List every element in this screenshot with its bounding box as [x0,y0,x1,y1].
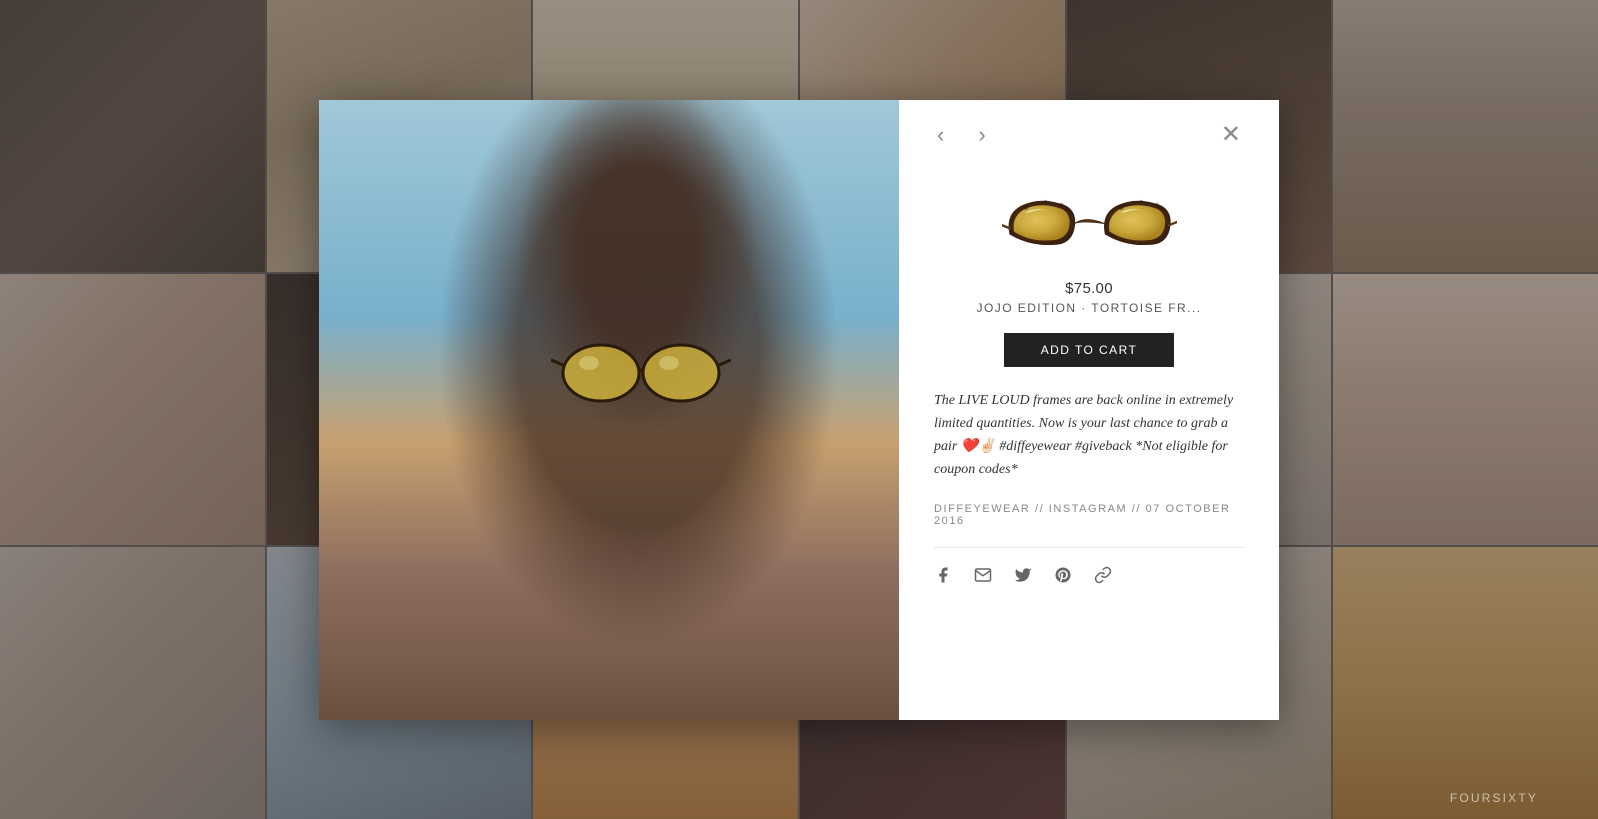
product-modal: ‹ › ✕ [319,100,1279,720]
product-meta: DIFFEYEWEAR // INSTAGRAM // 07 OCTOBER 2… [929,503,1249,527]
product-description: The LIVE LOUD frames are back online in … [929,389,1249,481]
product-price: $75.00 [929,280,1249,297]
prev-button[interactable]: ‹ [929,118,952,152]
facebook-share-button[interactable] [934,566,952,584]
add-to-cart-button[interactable]: ADD TO CART [1004,333,1174,367]
sunglasses-on-model [551,335,731,405]
woman-figure [319,100,899,720]
divider [934,547,1244,548]
modal-image-panel [319,100,899,720]
nav-arrows: ‹ › [929,118,994,152]
product-title: JOJO EDITION · TORTOISE FR... [929,301,1249,315]
product-photo [319,100,899,720]
link-share-button[interactable] [1094,566,1112,584]
email-share-button[interactable] [974,566,992,584]
product-thumbnail-image [1002,182,1177,262]
next-button[interactable]: › [970,118,993,152]
close-button[interactable]: ✕ [1213,119,1249,151]
pinterest-share-button[interactable] [1054,566,1072,584]
modal-nav: ‹ › ✕ [929,100,1249,167]
foursixty-watermark: FOURSIXTY [1450,791,1538,805]
twitter-share-button[interactable] [1014,566,1032,584]
product-thumbnail [929,167,1249,280]
social-icons-row [929,566,1249,584]
modal-info-panel: ‹ › ✕ [899,100,1279,720]
